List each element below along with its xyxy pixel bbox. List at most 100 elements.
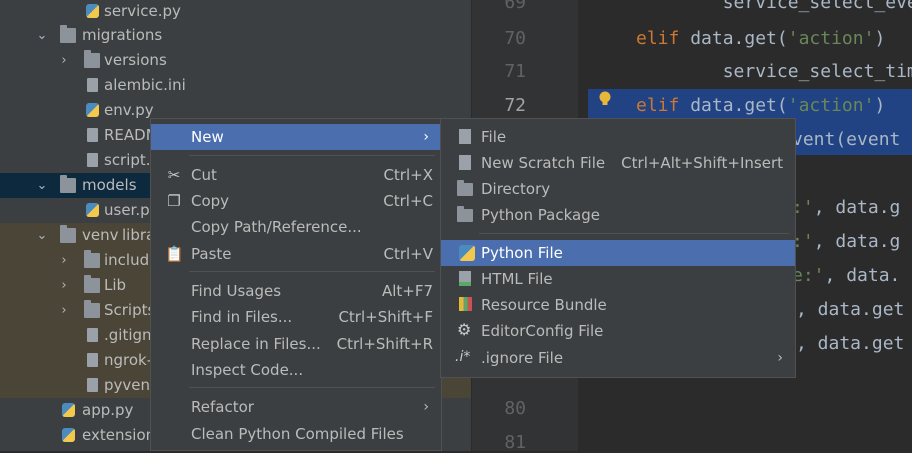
- submenu-item-python-package[interactable]: Python Package: [441, 202, 795, 228]
- tree-item-label: ngrok-: [104, 351, 153, 369]
- tree-item-label: venv: [82, 226, 119, 244]
- menu-item-label: Paste: [191, 245, 232, 263]
- submenu-item-html-file[interactable]: HTML File: [441, 266, 795, 292]
- menu-item-inspect-code[interactable]: Inspect Code...: [151, 357, 441, 383]
- menu-item-label: Refactor: [191, 398, 254, 416]
- tree-item-versions[interactable]: › versions: [0, 48, 471, 73]
- paste-icon: 📋: [165, 245, 184, 263]
- tree-item-label: models: [82, 176, 137, 194]
- tree-item-label: Lib: [104, 276, 127, 294]
- menu-item-find-in-files[interactable]: Find in Files... Ctrl+Shift+F: [151, 304, 441, 330]
- html-file-icon: [459, 271, 471, 286]
- folder-icon: [457, 180, 473, 196]
- line-number: 71: [504, 61, 526, 82]
- submenu-item-directory[interactable]: Directory: [441, 176, 795, 202]
- shortcut-label: Ctrl+Shift+F: [338, 308, 433, 326]
- text-file-icon: [87, 128, 98, 142]
- scratch-file-icon: [459, 155, 471, 170]
- python-file-icon: [86, 203, 99, 217]
- menu-item-copy[interactable]: ❐ Copy Ctrl+C: [151, 188, 441, 214]
- menu-item-paste[interactable]: 📋 Paste Ctrl+V: [151, 241, 441, 267]
- menu-item-label: New: [191, 128, 224, 146]
- code-line: :', data.g: [792, 197, 901, 218]
- shortcut-label: Ctrl+Alt+Shift+Insert: [621, 154, 783, 172]
- menu-item-label: HTML File: [481, 270, 553, 288]
- shortcut-label: Alt+F7: [381, 282, 433, 300]
- folder-icon: [84, 250, 100, 268]
- menu-item-label: Clean Python Compiled Files: [191, 425, 404, 443]
- menu-separator: [189, 387, 435, 388]
- tree-item-label: alembic.ini: [104, 76, 186, 94]
- scissors-icon: ✂: [167, 166, 181, 184]
- menu-item-refactor[interactable]: Refactor ›: [151, 394, 441, 420]
- folder-icon: [84, 275, 100, 293]
- submenu-item-file[interactable]: File: [441, 124, 795, 150]
- menu-item-find-usages[interactable]: Find Usages Alt+F7: [151, 278, 441, 304]
- line-number: 70: [504, 28, 526, 49]
- menu-item-label: Directory: [481, 180, 551, 198]
- submenu-item-new-scratch[interactable]: New Scratch File Ctrl+Alt+Shift+Insert: [441, 150, 795, 176]
- tree-item-label: versions: [104, 51, 167, 69]
- menu-item-label: Copy Path/Reference...: [191, 218, 362, 236]
- code-line: e:', data.: [792, 265, 901, 286]
- code-line: elif data.get('action'): [636, 28, 886, 49]
- chevron-right-icon[interactable]: ›: [58, 248, 70, 273]
- tree-item-service-py[interactable]: service.py: [0, 0, 471, 24]
- chevron-down-icon[interactable]: ⌄: [36, 173, 48, 198]
- line-number: 72: [504, 95, 526, 116]
- chevron-right-icon: ›: [423, 399, 429, 415]
- python-file-icon: [62, 428, 75, 442]
- code-line: , data.get: [796, 333, 905, 354]
- copy-icon: ❐: [167, 192, 181, 210]
- gear-icon: ⚙: [457, 320, 472, 339]
- submenu-item-editorconfig[interactable]: ⚙ EditorConfig File: [441, 318, 795, 344]
- tree-item-migrations[interactable]: ⌄ migrations: [0, 23, 471, 48]
- text-file-icon: [87, 153, 98, 167]
- code-line: service_select_time: [722, 61, 912, 82]
- chevron-right-icon[interactable]: ›: [58, 48, 70, 73]
- menu-item-label: Find Usages: [191, 282, 282, 300]
- menu-item-label: Find in Files...: [191, 308, 293, 326]
- text-file-icon: [87, 78, 98, 92]
- shortcut-label: Ctrl+V: [383, 245, 433, 263]
- code-line: vent(event: [792, 129, 901, 150]
- menu-item-label: Copy: [191, 192, 230, 210]
- submenu-item-python-file[interactable]: Python File: [441, 240, 795, 266]
- menu-item-label: Inspect Code...: [191, 361, 304, 379]
- menu-item-copy-path[interactable]: Copy Path/Reference...: [151, 214, 441, 240]
- chevron-down-icon[interactable]: ⌄: [36, 23, 48, 48]
- folder-icon: [60, 175, 76, 193]
- python-file-icon: [459, 245, 475, 261]
- menu-item-label: File: [481, 128, 507, 146]
- python-file-icon: [86, 103, 99, 117]
- menu-separator: [189, 155, 435, 156]
- folder-icon: [60, 225, 76, 243]
- new-submenu: File New Scratch File Ctrl+Alt+Shift+Ins…: [440, 118, 796, 378]
- submenu-item-resource-bundle[interactable]: Resource Bundle: [441, 292, 795, 318]
- menu-item-new[interactable]: New ›: [151, 124, 441, 150]
- menu-separator: [189, 271, 435, 272]
- tree-item-label: Scripts: [104, 301, 156, 319]
- chevron-right-icon[interactable]: ›: [58, 273, 70, 298]
- chevron-right-icon: ›: [777, 350, 783, 366]
- chevron-right-icon[interactable]: ›: [58, 298, 70, 323]
- tree-item-label: app.py: [82, 401, 134, 419]
- menu-item-clean-compiled[interactable]: Clean Python Compiled Files: [151, 421, 441, 447]
- lightbulb-icon[interactable]: [598, 91, 612, 107]
- submenu-item-ignore-file[interactable]: .i* .ignore File ›: [441, 345, 795, 371]
- tree-item-label: service.py: [104, 2, 181, 20]
- chevron-down-icon[interactable]: ⌄: [36, 223, 48, 248]
- menu-item-label: New Scratch File: [481, 154, 606, 172]
- menu-item-cut[interactable]: ✂ Cut Ctrl+X: [151, 162, 441, 188]
- folder-icon: [84, 300, 100, 318]
- shortcut-label: Ctrl+X: [383, 166, 433, 184]
- ignored-file-icon: [87, 328, 98, 342]
- menu-item-label: Cut: [191, 166, 217, 184]
- menu-item-replace-in-files[interactable]: Replace in Files... Ctrl+Shift+R: [151, 331, 441, 357]
- tree-item-label: migrations: [82, 26, 163, 44]
- tree-item-alembic-ini[interactable]: alembic.ini: [0, 73, 471, 98]
- folder-icon: [84, 50, 100, 68]
- shortcut-label: Ctrl+Shift+R: [336, 335, 433, 353]
- text-file-icon: [87, 378, 98, 392]
- folder-icon: [60, 25, 76, 43]
